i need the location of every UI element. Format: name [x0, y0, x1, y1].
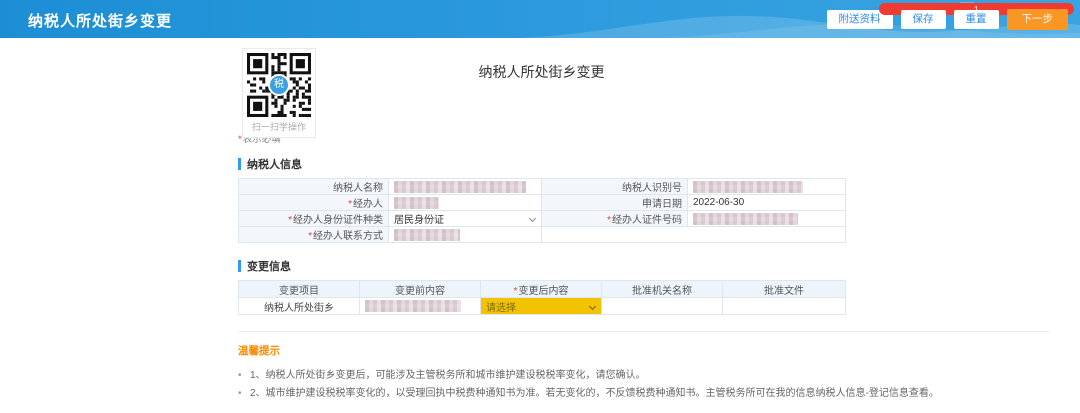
qr-caption: 扫一扫学操作	[243, 117, 315, 137]
apply-date-value: 2022-06-30	[688, 195, 846, 211]
agent-id-number-value[interactable]	[688, 211, 846, 227]
tips-title: 温馨提示	[238, 343, 1050, 358]
table-row: *经办人联系方式	[239, 227, 846, 243]
section-bar	[238, 158, 241, 170]
apply-date-label: 申请日期	[542, 195, 688, 211]
tips-item: 1、纳税人所处街乡变更后，可能涉及主管税务所和城市维护建设税税率变化，请您确认。	[238, 367, 1050, 385]
taxpayer-id-label: 纳税人识别号	[542, 179, 688, 195]
agent-label: *经办人	[239, 195, 389, 211]
table-row: 纳税人所处街乡 请选择	[239, 298, 846, 315]
tips-item: 2、城市维护建设税税率变化的，以受理回执中税费种通知书为准。若无变化的，不反馈税…	[238, 385, 1050, 403]
masked-value	[693, 213, 798, 225]
col-after-change: *变更后内容	[481, 281, 602, 298]
masked-value	[693, 181, 803, 193]
taxpayer-id-value	[688, 179, 846, 195]
taxpayer-info-table: 纳税人名称 纳税人识别号 *经办人 申请日期 2022-06-30 *经办人身份…	[238, 178, 846, 243]
taxpayer-name-value	[389, 179, 542, 195]
qr-code-block: 税 扫一扫学操作	[242, 48, 316, 138]
table-row: *经办人 申请日期 2022-06-30	[239, 195, 846, 211]
approve-doc-cell	[723, 298, 846, 315]
header-toolbar: 附送资料 1 保存 重置 下一步	[827, 9, 1069, 30]
masked-value	[365, 300, 461, 312]
agent-value[interactable]	[389, 195, 542, 211]
after-change-select[interactable]: 请选择	[481, 298, 602, 315]
qr-logo-icon: 税	[268, 74, 290, 96]
main-content: 税 扫一扫学操作 纳税人所处街乡变更 *表示必填 纳税人信息 纳税人名称 纳税人…	[238, 38, 845, 403]
before-change-cell	[360, 298, 481, 315]
page-title: 纳税人所处街乡变更	[28, 10, 172, 31]
section-bar	[238, 260, 241, 272]
chevron-down-icon	[589, 302, 596, 309]
taxpayer-name-label: 纳税人名称	[239, 179, 389, 195]
col-approve-org: 批准机关名称	[602, 281, 723, 298]
agent-id-type-select[interactable]: 居民身份证	[389, 211, 542, 227]
masked-value	[394, 229, 460, 241]
col-change-item: 变更项目	[239, 281, 360, 298]
section-taxpayer-info: 纳税人信息	[238, 156, 845, 172]
required-note: *表示必填	[238, 131, 845, 145]
change-item-cell: 纳税人所处街乡	[239, 298, 360, 315]
empty-cell	[542, 227, 846, 243]
save-button[interactable]: 保存	[901, 10, 946, 29]
tips-list: 1、纳税人所处街乡变更后，可能涉及主管税务所和城市维护建设税税率变化，请您确认。…	[238, 367, 1050, 403]
reset-button[interactable]: 重置	[954, 10, 999, 29]
chevron-down-icon	[529, 215, 536, 222]
table-row: 纳税人名称 纳税人识别号	[239, 179, 846, 195]
masked-value	[394, 181, 526, 193]
col-approve-doc: 批准文件	[723, 281, 846, 298]
agent-contact-label: *经办人联系方式	[239, 227, 389, 243]
agent-id-type-label: *经办人身份证件种类	[239, 211, 389, 227]
next-step-button[interactable]: 下一步	[1007, 9, 1069, 30]
table-header-row: 变更项目 变更前内容 *变更后内容 批准机关名称 批准文件	[239, 281, 846, 298]
table-row: *经办人身份证件种类 居民身份证 *经办人证件号码	[239, 211, 846, 227]
change-info-table: 变更项目 变更前内容 *变更后内容 批准机关名称 批准文件 纳税人所处街乡 请选…	[238, 280, 846, 315]
masked-value	[394, 197, 439, 209]
app-header: 纳税人所处街乡变更 附送资料 1 保存 重置 下一步	[0, 0, 1080, 38]
agent-contact-value[interactable]	[389, 227, 542, 243]
approve-org-cell	[602, 298, 723, 315]
form-title: 纳税人所处街乡变更	[238, 38, 845, 82]
tips-section: 温馨提示 1、纳税人所处街乡变更后，可能涉及主管税务所和城市维护建设税税率变化，…	[238, 331, 1050, 403]
col-before-change: 变更前内容	[360, 281, 481, 298]
agent-id-number-label: *经办人证件号码	[542, 211, 688, 227]
section-change-info: 变更信息	[238, 258, 845, 274]
